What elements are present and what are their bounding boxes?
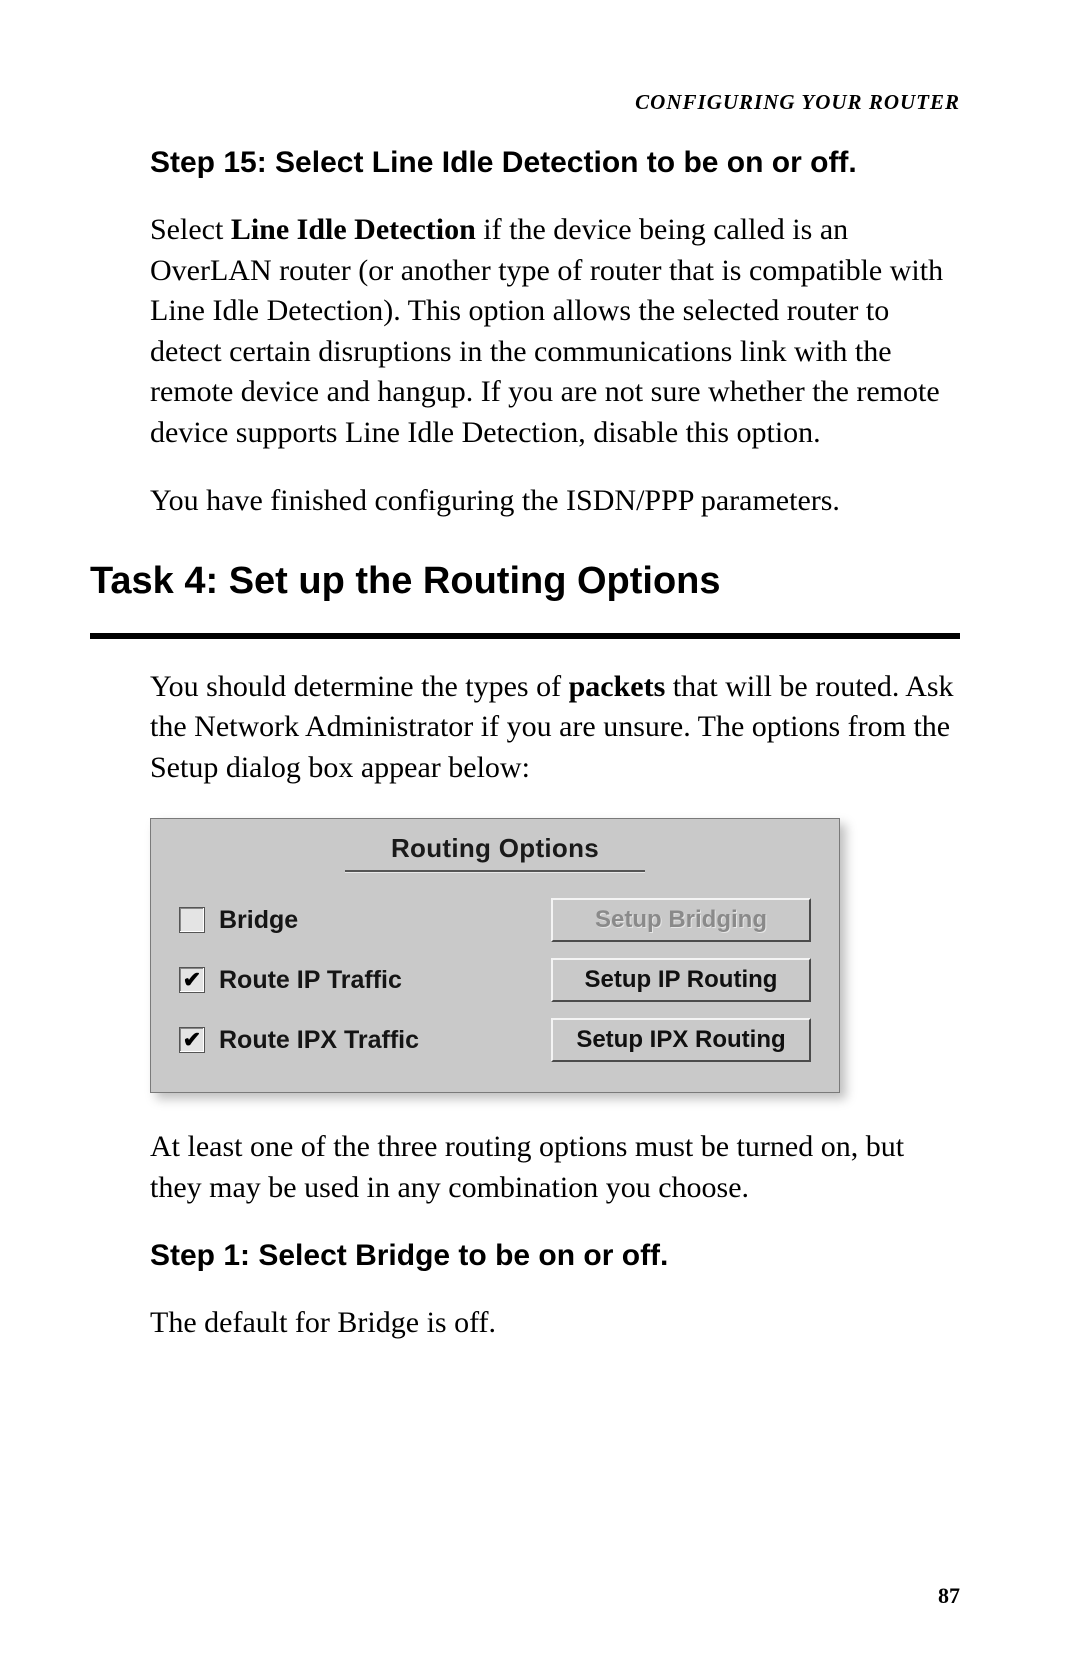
bridge-label: Bridge [219, 906, 298, 935]
running-head: CONFIGURING YOUR ROUTER [120, 90, 960, 115]
page-number: 87 [938, 1583, 960, 1609]
task4-intro: You should determine the types of packet… [150, 667, 960, 789]
route-ipx-label: Route IPX Traffic [219, 1026, 419, 1055]
route-ip-label: Route IP Traffic [219, 966, 402, 995]
setup-ipx-routing-button[interactable]: Setup IPX Routing [551, 1018, 811, 1062]
bridge-checkbox[interactable]: ✔ [179, 907, 205, 933]
dialog-title-rule [345, 870, 645, 872]
step15-heading: Step 15: Select Line Idle Detection to b… [150, 143, 960, 182]
task4-heading: Task 4: Set up the Routing Options [90, 560, 960, 603]
step1-paragraph-1: The default for Bridge is off. [150, 1303, 960, 1344]
route-ip-checkbox[interactable]: ✔ [179, 967, 205, 993]
task4-heading-wrap: Task 4: Set up the Routing Options [90, 560, 960, 603]
content-block: You should determine the types of packet… [150, 667, 960, 1344]
text-fragment: if the device being called is an OverLAN… [150, 213, 943, 449]
checkbox-group: ✔ Bridge [179, 906, 298, 935]
step1-heading: Step 1: Select Bridge to be on or off. [150, 1236, 960, 1275]
step15-paragraph-1: Select Line Idle Detection if the device… [150, 210, 960, 453]
route-ipx-checkbox[interactable]: ✔ [179, 1027, 205, 1053]
text-fragment: Select [150, 213, 231, 246]
dialog-row-route-ipx: ✔ Route IPX Traffic Setup IPX Routing [173, 1010, 817, 1070]
checkbox-group: ✔ Route IPX Traffic [179, 1026, 419, 1055]
setup-ip-routing-button[interactable]: Setup IP Routing [551, 958, 811, 1002]
page: CONFIGURING YOUR ROUTER Step 15: Select … [0, 0, 1080, 1669]
packets-term: packets [569, 670, 666, 703]
checkbox-group: ✔ Route IP Traffic [179, 966, 402, 995]
content-block: Step 15: Select Line Idle Detection to b… [150, 143, 960, 522]
step15-paragraph-2: You have finished configuring the ISDN/P… [150, 481, 960, 522]
dialog-row-bridge: ✔ Bridge Setup Bridging [173, 890, 817, 950]
text-fragment: You should determine the types of [150, 670, 569, 703]
task4-rule [90, 633, 960, 639]
setup-bridging-button[interactable]: Setup Bridging [551, 898, 811, 942]
line-idle-detection-term: Line Idle Detection [231, 213, 476, 246]
dialog-row-route-ip: ✔ Route IP Traffic Setup IP Routing [173, 950, 817, 1010]
dialog-title: Routing Options [173, 833, 817, 864]
routing-options-figure: Routing Options ✔ Bridge Setup Bridging … [150, 818, 960, 1093]
task4-after-figure: At least one of the three routing option… [150, 1127, 960, 1208]
routing-options-dialog: Routing Options ✔ Bridge Setup Bridging … [150, 818, 840, 1093]
